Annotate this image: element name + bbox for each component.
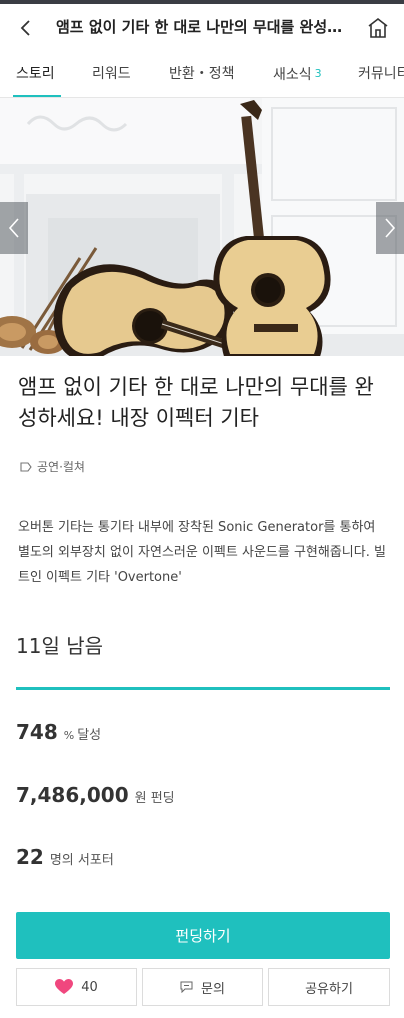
funding-progress-fill	[16, 687, 390, 690]
achievement-value: 748	[16, 720, 58, 744]
tab-reward[interactable]: 리워드	[92, 52, 131, 97]
tab-community[interactable]: 커뮤니티	[358, 52, 404, 97]
chevron-right-icon	[385, 218, 396, 238]
tab-label: 새소식	[273, 67, 312, 83]
top-bar: 앰프 없이 기타 한 대로 나만의 무대를 완성하세요! 내장 이펙터 기타	[0, 4, 404, 52]
home-button[interactable]	[362, 12, 394, 44]
supporters-label: 명의 서포터	[49, 853, 114, 868]
supporters-stat: 22 명의 서포터	[16, 845, 114, 869]
funding-progress-bar	[16, 687, 390, 690]
tab-label: 반환・정책	[169, 66, 235, 82]
fund-button[interactable]: 펀딩하기	[16, 912, 390, 959]
achievement-label: 달성	[77, 728, 102, 743]
funding-value: 7,486,000	[16, 783, 129, 807]
tab-bar: 스토리 리워드 반환・정책 새소식3 커뮤니티	[0, 52, 404, 98]
achievement-unit: %	[63, 729, 75, 742]
chevron-left-icon	[8, 218, 19, 238]
home-icon	[368, 17, 388, 38]
chevron-left-icon	[20, 20, 30, 36]
supporters-value: 22	[16, 845, 44, 869]
heart-icon	[55, 979, 74, 994]
tab-label: 리워드	[92, 66, 131, 82]
tag-icon	[20, 461, 32, 472]
guitar-photo	[0, 98, 404, 356]
chat-bubble-icon	[180, 981, 193, 993]
like-count: 40	[81, 979, 98, 995]
tab-news[interactable]: 새소식 3	[273, 52, 322, 97]
category-tag[interactable]: 공연·컬쳐	[20, 458, 85, 475]
back-button[interactable]	[10, 12, 42, 44]
project-title: 앰프 없이 기타 한 대로 나만의 무대를 완성하세요! 내장 이펙터 기타	[18, 375, 374, 430]
inquiry-label: 문의	[201, 981, 225, 997]
project-description: 오버톤 기타는 통기타 내부에 장착된 Sonic Generator를 통하여…	[18, 520, 386, 585]
inquiry-button[interactable]: 문의	[142, 968, 263, 1006]
page-title: 앰프 없이 기타 한 대로 나만의 무대를 완성하세요! 내장 이펙터 기타	[56, 18, 346, 36]
carousel-next-button[interactable]	[376, 202, 404, 254]
tab-story[interactable]: 스토리	[16, 52, 55, 97]
share-button[interactable]: 공유하기	[268, 968, 390, 1006]
hero-image	[0, 98, 404, 356]
tab-refund-policy[interactable]: 반환・정책	[169, 52, 235, 97]
tab-label: 스토리	[16, 66, 55, 82]
tab-label: 커뮤니티	[358, 66, 404, 82]
funding-stat: 7,486,000 원 펀딩	[16, 783, 175, 807]
category-label: 공연·컬쳐	[37, 460, 85, 474]
achievement-stat: 748% 달성	[16, 720, 101, 744]
funding-label: 원 펀딩	[134, 791, 175, 806]
carousel-prev-button[interactable]	[0, 202, 28, 254]
share-label: 공유하기	[305, 981, 353, 997]
like-button[interactable]: 40	[16, 968, 137, 1006]
days-left: 11일 남음	[16, 634, 104, 658]
news-count-badge: 3	[314, 67, 322, 80]
